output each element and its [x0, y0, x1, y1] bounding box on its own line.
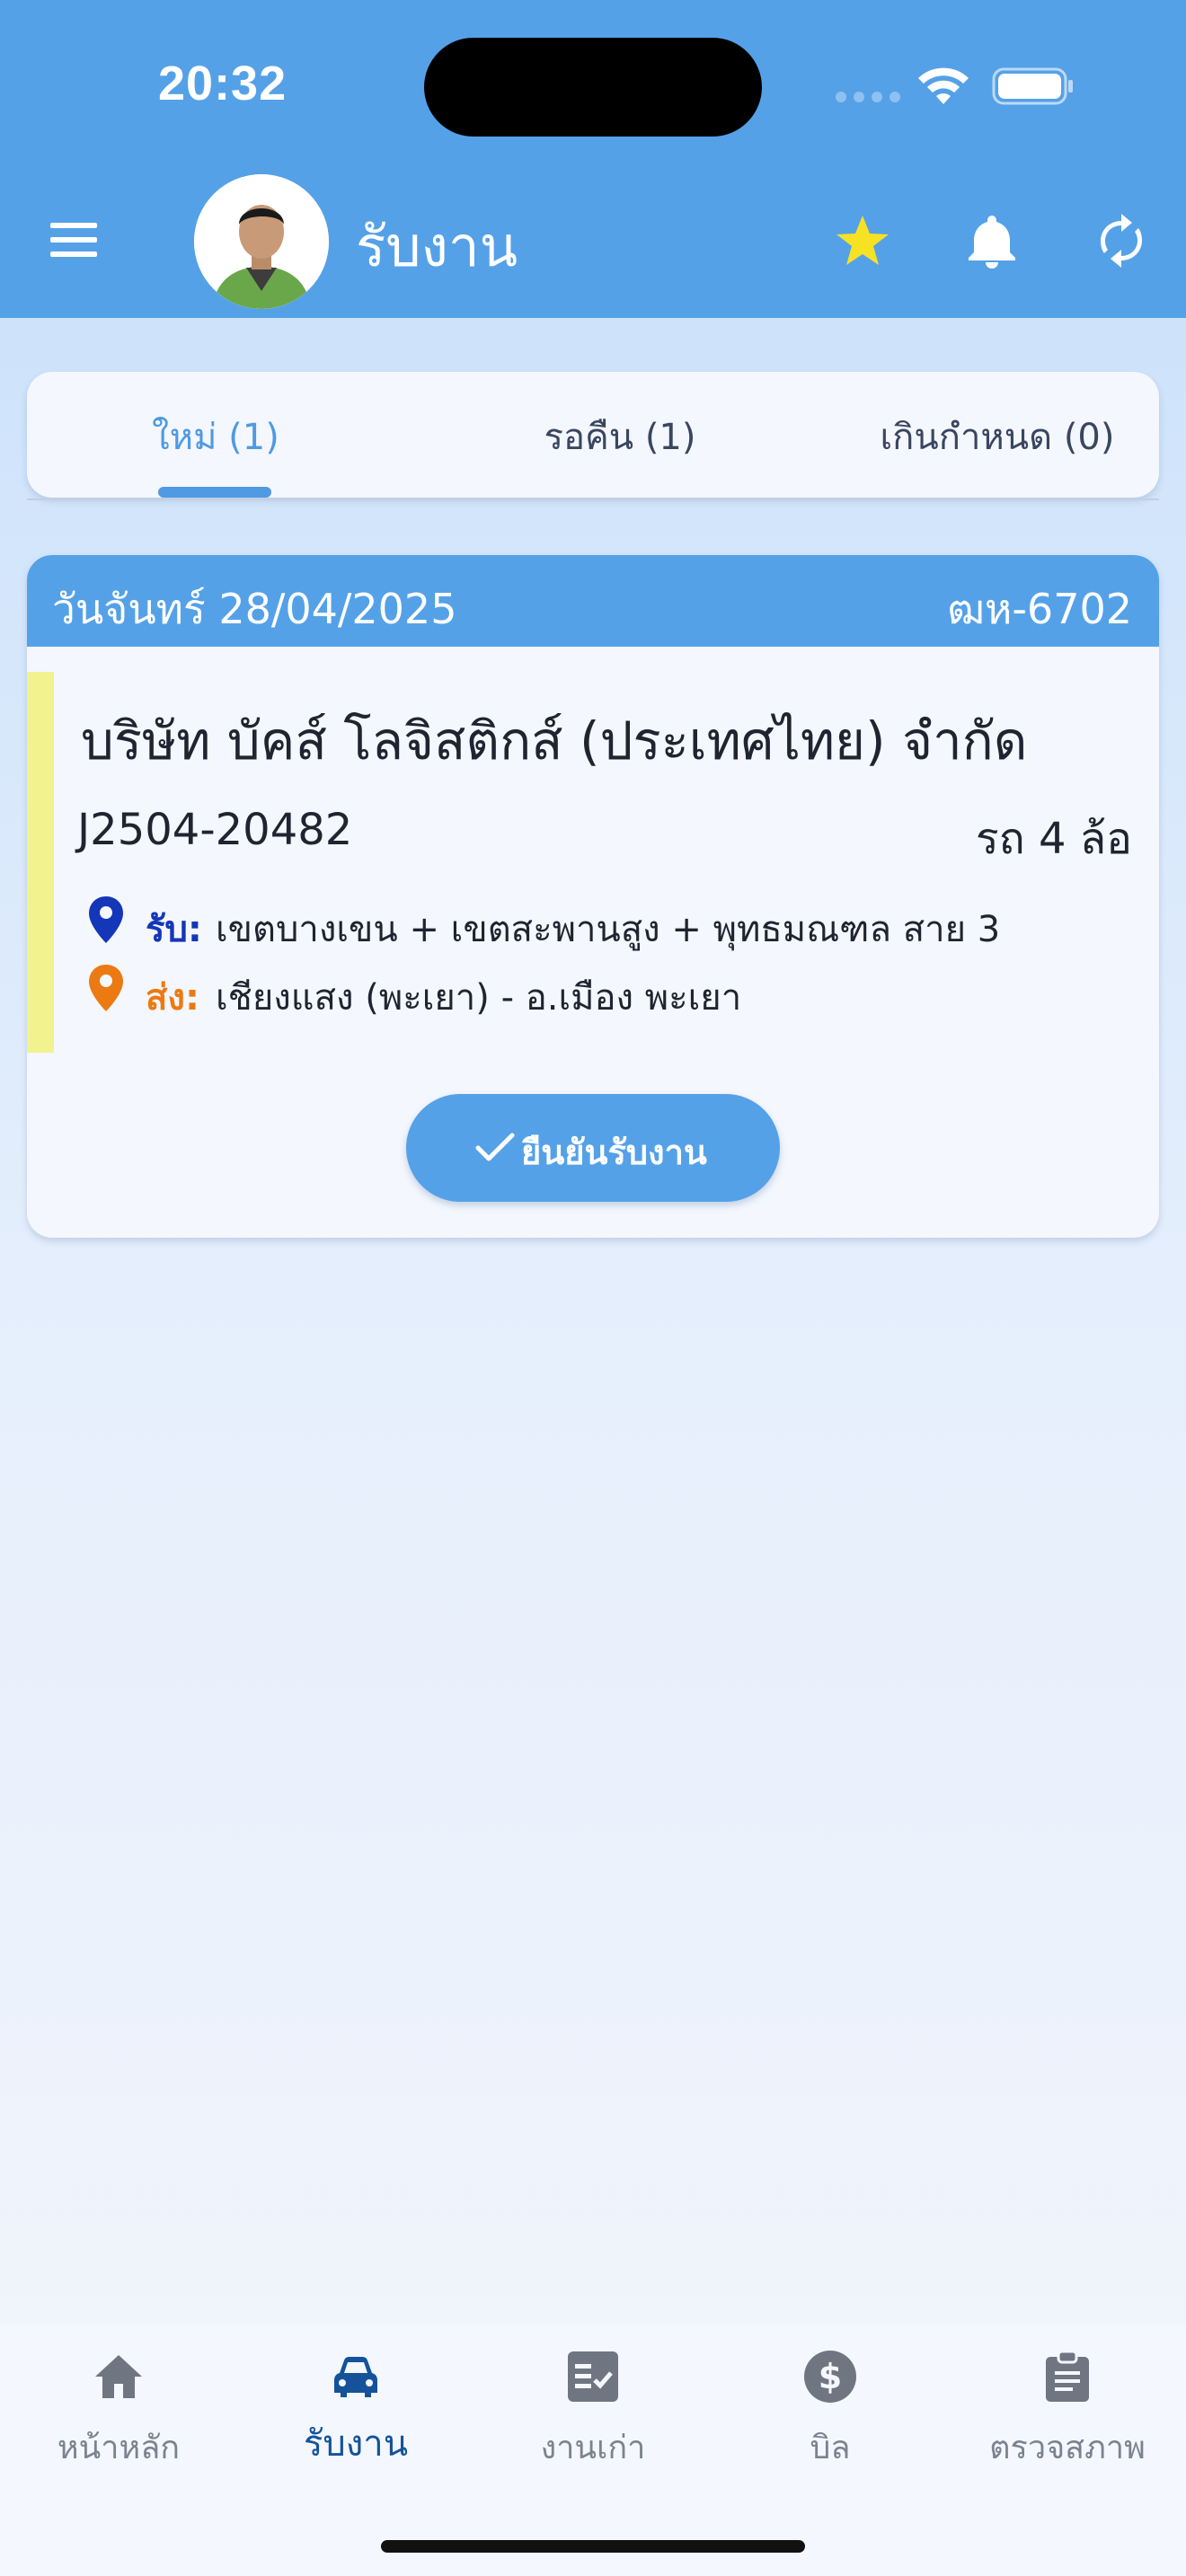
location-pin-icon	[89, 965, 123, 1011]
tab-new[interactable]: ใหม่ (1)	[81, 408, 350, 465]
nav-history-label: งานเก่า	[540, 2430, 646, 2466]
dropoff-location: เชียงแสง (พะเยา) - อ.เมือง พะเยา	[216, 977, 742, 1019]
home-icon	[95, 2355, 142, 2398]
nav-inspection-label: ตรวจสภาพ	[989, 2430, 1146, 2466]
home-indicator	[381, 2540, 805, 2553]
pickup-label: รับ:	[146, 909, 202, 950]
svg-text:$: $	[819, 2357, 842, 2396]
tab-overdue[interactable]: เกินกำหนด (0)	[818, 408, 1177, 465]
dynamic-island	[424, 38, 762, 137]
wifi-icon	[918, 67, 969, 104]
nav-history[interactable]: งานเก่า	[474, 2325, 712, 2486]
nav-home-label: หน้าหลัก	[57, 2430, 181, 2466]
job-tabs: ใหม่ (1) รอคืน (1) เกินกำหนด (0)	[27, 372, 1159, 498]
clipboard-icon	[1046, 2350, 1089, 2402]
company-name: บริษัท บัคส์ โลจิสติกส์ (ประเทศไทย) จำกั…	[81, 710, 1028, 772]
nav-home[interactable]: หน้าหลัก	[0, 2325, 237, 2486]
signal-icon	[836, 92, 900, 102]
page-title: รับงาน	[356, 214, 518, 279]
vehicle-type: รถ 4 ล้อ	[975, 814, 1132, 864]
active-tab-indicator	[158, 487, 271, 498]
job-card[interactable]: วันจันทร์ 28/04/2025 ฒห-6702 บริษัท บัคส…	[27, 555, 1159, 1238]
bell-icon	[969, 216, 1015, 269]
divider	[27, 498, 1159, 500]
refresh-icon	[1101, 214, 1142, 268]
check-icon	[475, 1133, 515, 1161]
bottom-navigation: หน้าหลัก รับงาน งานเก่า $ บิล ตรวจสภาพ	[0, 2325, 1186, 2576]
dollar-icon: $	[804, 2351, 856, 2403]
nav-accept-job-label: รับงาน	[303, 2423, 409, 2465]
dropoff-label: ส่ง:	[146, 977, 199, 1019]
star-icon	[836, 216, 889, 265]
nav-bill[interactable]: $ บิล	[712, 2325, 949, 2486]
confirm-job-button[interactable]: ยืนยันรับงาน	[406, 1094, 780, 1202]
confirm-job-label: ยืนยันรับงาน	[521, 1133, 707, 1172]
car-icon	[334, 2357, 377, 2397]
status-time: 20:32	[158, 57, 288, 110]
location-pin-icon	[89, 896, 123, 943]
nav-bill-label: บิล	[810, 2430, 851, 2466]
job-code: J2504-20482	[77, 805, 353, 855]
job-card-header: วันจันทร์ 28/04/2025 ฒห-6702	[27, 555, 1159, 647]
favorite-button[interactable]	[834, 212, 891, 269]
app-header: 20:32 รับงาน	[0, 0, 1186, 318]
menu-button[interactable]	[47, 219, 101, 260]
vehicle-plate: ฒห-6702	[947, 585, 1132, 633]
nav-accept-job[interactable]: รับงาน	[237, 2325, 474, 2486]
tab-pending-return[interactable]: รอคืน (1)	[440, 408, 800, 465]
refresh-button[interactable]	[1093, 212, 1150, 269]
pickup-location: เขตบางเขน + เขตสะพานสูง + พุทธมณฑล สาย 3	[216, 909, 1001, 950]
status-accent-bar	[27, 672, 54, 1053]
notifications-button[interactable]	[963, 212, 1021, 269]
nav-inspection[interactable]: ตรวจสภาพ	[949, 2325, 1186, 2486]
avatar[interactable]	[194, 174, 329, 309]
battery-icon	[992, 67, 1073, 105]
checklist-icon	[568, 2351, 618, 2402]
profile-photo	[194, 174, 329, 309]
job-date: วันจันทร์ 28/04/2025	[52, 585, 457, 633]
